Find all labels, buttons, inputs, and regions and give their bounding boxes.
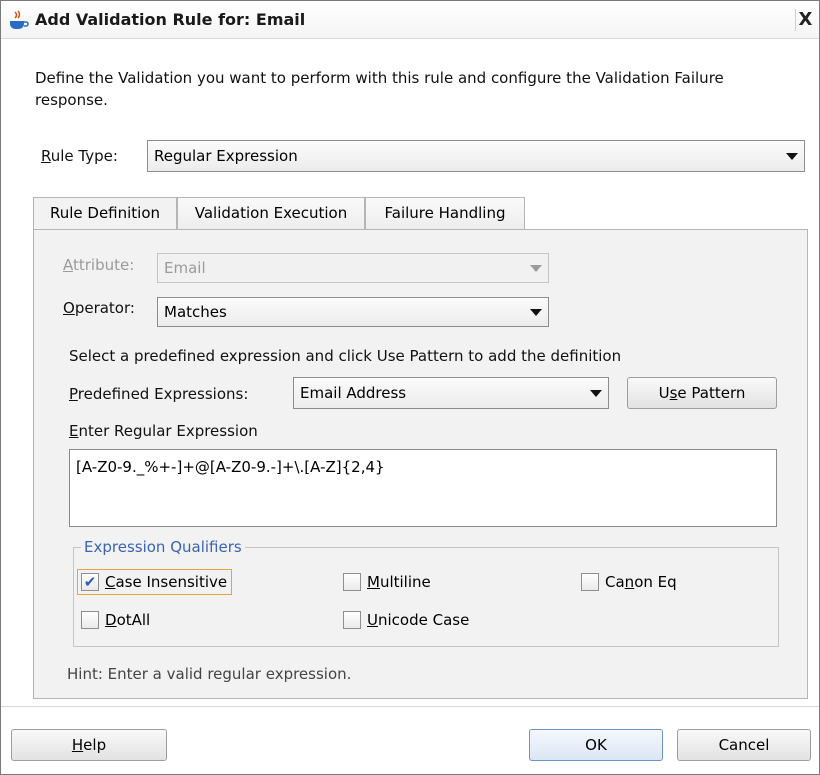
operator-label: Operator: [63,299,135,317]
dialog-title: Add Validation Rule for: Email [35,10,306,29]
multiline-checkbox[interactable]: Multiline [343,569,431,595]
tab-failure-handling[interactable]: Failure Handling [365,197,525,229]
chevron-down-icon [780,153,804,160]
rule-type-select[interactable]: Regular Expression [147,140,805,172]
predefined-expressions-select[interactable]: Email Address [293,377,609,409]
tab-rule-definition[interactable]: Rule Definition [33,197,177,230]
java-cup-icon [10,10,29,29]
canon-eq-label: Canon Eq [605,573,677,591]
multiline-label: Multiline [367,573,431,591]
case-insensitive-label: Case Insensitive [105,573,228,591]
rule-type-label: Rule Type: [41,147,118,165]
unicode-case-checkbox[interactable]: Unicode Case [343,607,469,633]
rule-type-value: Regular Expression [154,147,298,165]
help-button[interactable]: Help [11,729,167,761]
predefined-expressions-label: Predefined Expressions: [69,385,249,403]
expression-qualifiers-legend: Expression Qualifiers [81,538,245,556]
unicode-case-label: Unicode Case [367,611,470,629]
validation-rule-dialog: Add Validation Rule for: Email X Define … [0,0,820,775]
dotall-checkbox[interactable]: DotAll [81,607,150,633]
regex-input[interactable]: [A-Z0-9._%+-]+@[A-Z0-9.-]+\.[A-Z]{2,4} [69,449,777,527]
footer-divider [1,706,819,707]
case-insensitive-checkbox[interactable]: ✔ Case Insensitive [77,569,233,595]
attribute-select[interactable]: Email [157,253,549,283]
checkbox-icon [343,573,361,591]
close-button[interactable]: X [795,9,815,31]
checkbox-icon [81,611,99,629]
checkbox-icon [343,611,361,629]
attribute-value: Email [164,259,206,277]
chevron-down-icon [524,309,548,316]
dialog-description: Define the Validation you want to perfor… [35,69,724,109]
title-bar[interactable]: Add Validation Rule for: Email X [1,1,819,39]
canon-eq-checkbox[interactable]: Canon Eq [581,569,677,595]
checkbox-icon [581,573,599,591]
operator-value: Matches [164,303,227,321]
tab-validation-execution[interactable]: Validation Execution [177,197,365,229]
chevron-down-icon [524,265,548,272]
cancel-button[interactable]: Cancel [677,729,811,761]
hint-text: Hint: Enter a valid regular expression. [67,665,352,683]
attribute-label: Attribute: [63,256,135,274]
predefined-expressions-value: Email Address [300,384,407,402]
ok-button[interactable]: OK [529,729,663,761]
operator-select[interactable]: Matches [157,297,549,327]
regex-label: Enter Regular Expression [69,422,258,440]
predefined-instruction: Select a predefined expression and click… [69,347,622,365]
checkmark-icon: ✔ [81,573,99,591]
use-pattern-button[interactable]: Use Pattern [627,377,777,409]
dotall-label: DotAll [105,611,151,629]
chevron-down-icon [584,390,608,397]
